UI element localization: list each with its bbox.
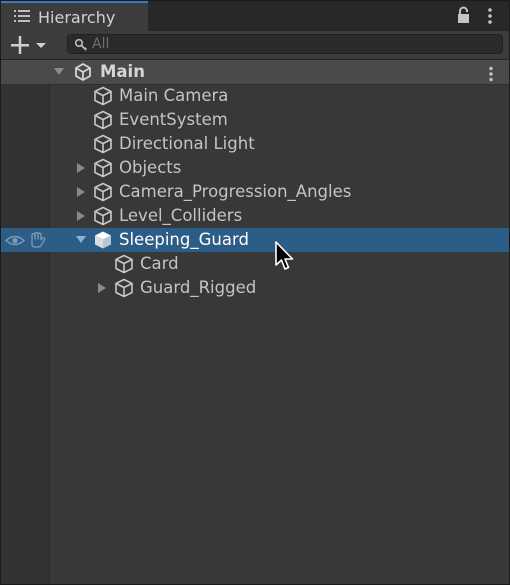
unity-scene-icon bbox=[75, 63, 91, 81]
item-label: Sleeping_Guard bbox=[119, 230, 249, 249]
hierarchy-item-sleeping-guard[interactable]: Sleeping_Guard bbox=[1, 228, 509, 252]
add-dropdown-button[interactable] bbox=[9, 33, 53, 57]
kebab-menu-icon[interactable] bbox=[486, 7, 494, 25]
hierarchy-item-main-camera[interactable]: Main Camera bbox=[1, 84, 509, 108]
visibility-eye-icon[interactable] bbox=[5, 234, 25, 247]
tab-hierarchy[interactable]: Hierarchy bbox=[1, 1, 148, 31]
hierarchy-item-camera-progression-angles[interactable]: Camera_Progression_Angles bbox=[1, 180, 509, 204]
search-icon[interactable] bbox=[74, 38, 88, 52]
scene-row[interactable]: Main bbox=[1, 60, 509, 85]
list-icon bbox=[14, 10, 30, 22]
scene-name: Main bbox=[100, 62, 145, 81]
expand-arrow-icon[interactable] bbox=[76, 211, 86, 221]
gameobject-cube-icon bbox=[94, 134, 112, 154]
hierarchy-item-eventsystem[interactable]: EventSystem bbox=[1, 108, 509, 132]
search-field[interactable] bbox=[67, 34, 503, 54]
item-label: Card bbox=[140, 254, 179, 273]
tab-title: Hierarchy bbox=[38, 8, 116, 27]
item-label: Guard_Rigged bbox=[140, 278, 257, 297]
item-label: Directional Light bbox=[119, 134, 255, 153]
item-label: Objects bbox=[119, 158, 182, 177]
hierarchy-item-guard-rigged[interactable]: Guard_Rigged bbox=[1, 276, 509, 300]
plus-icon bbox=[11, 36, 29, 54]
pickable-hand-icon[interactable] bbox=[29, 232, 47, 248]
expand-arrow-icon[interactable] bbox=[76, 163, 86, 173]
collapse-arrow-icon[interactable] bbox=[76, 235, 86, 245]
mouse-cursor-icon bbox=[275, 241, 294, 270]
gameobject-cube-icon bbox=[94, 206, 112, 226]
item-label: Main Camera bbox=[119, 86, 229, 105]
hierarchy-item-objects[interactable]: Objects bbox=[1, 156, 509, 180]
scene-menu-icon[interactable] bbox=[488, 66, 494, 82]
tab-strip: Hierarchy bbox=[1, 1, 509, 31]
item-label: EventSystem bbox=[119, 110, 228, 129]
gameobject-cube-icon bbox=[94, 86, 112, 106]
gameobject-cube-icon bbox=[94, 158, 112, 178]
chevron-down-icon bbox=[36, 43, 46, 48]
hierarchy-item-card[interactable]: Card bbox=[1, 252, 509, 276]
toolbar bbox=[1, 31, 509, 60]
expand-arrow-icon[interactable] bbox=[76, 187, 86, 197]
item-label: Level_Colliders bbox=[119, 206, 243, 225]
gameobject-cube-icon bbox=[94, 182, 112, 202]
gameobject-cube-icon bbox=[94, 110, 112, 130]
lock-icon[interactable] bbox=[456, 6, 471, 24]
gameobject-cube-icon bbox=[115, 278, 133, 298]
hierarchy-item-level-colliders[interactable]: Level_Colliders bbox=[1, 204, 509, 228]
expand-arrow-icon[interactable] bbox=[97, 283, 107, 293]
hierarchy-window: Hierarchy All Main Main Camera EventSyst… bbox=[0, 0, 510, 585]
item-label: Camera_Progression_Angles bbox=[119, 182, 352, 201]
expand-arrow-icon[interactable] bbox=[54, 67, 64, 77]
prefab-cube-icon bbox=[95, 231, 111, 249]
search-input[interactable] bbox=[92, 36, 492, 52]
hierarchy-item-directional-light[interactable]: Directional Light bbox=[1, 132, 509, 156]
gameobject-cube-icon bbox=[115, 254, 133, 274]
